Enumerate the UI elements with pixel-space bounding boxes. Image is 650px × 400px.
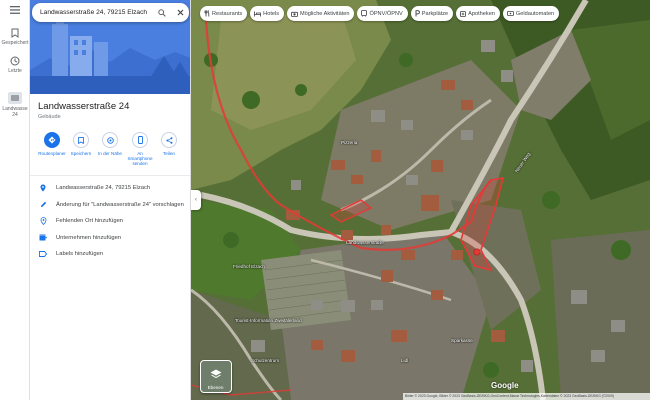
poi-label-pizzeria: Pizzeria [341,140,358,145]
map-attribution[interactable]: Bilder © 2023 Google, Bilder © 2023 GeoB… [403,393,650,400]
recent-label: Letzte [8,68,22,74]
saved-button[interactable]: Gespeichert [0,28,30,46]
camera-icon [291,11,298,17]
poi-label-school: Schulzentrum [251,358,280,363]
recent-place-label: Landwasse 24 [2,106,28,118]
chip-hotels-label: Hotels [263,10,280,17]
save-label: Speichern [70,151,92,156]
search-input[interactable]: Landwasserstraße 24, 79215 Elzach [40,9,153,16]
add-label-text: Labels hinzufügen [56,251,104,258]
suggest-edit-text: Änderung für "Landwasserstraße 24" vorsc… [56,201,184,208]
directions-icon [48,136,56,144]
nearby-button[interactable]: In der Nähe [96,132,124,156]
pharmacy-icon [460,10,467,17]
place-title: Landwasserstraße 24 [38,101,130,112]
label-icon [39,251,47,258]
poi-label-bank: Sparkasse [451,338,473,343]
search-box[interactable]: Landwasserstraße 24, 79215 Elzach [32,3,189,22]
add-business-text: Unternehmen hinzufügen [56,234,122,241]
directions-label: Routenplaner [38,151,66,156]
pencil-icon [40,202,46,208]
send-to-phone-button[interactable]: An Smartphone senden [126,132,154,166]
bookmark-icon [78,136,84,144]
add-missing-place-text: Fehlenden Ort hinzufügen [56,218,124,225]
chip-parking-label: Parkplätze [421,10,449,17]
add-business-row[interactable]: Unternehmen hinzufügen [30,230,190,247]
place-category: Gebäude [38,114,61,120]
chip-atm[interactable]: Geldautomaten [502,6,560,21]
atm-icon [507,11,514,16]
share-button[interactable]: Teilen [155,132,183,156]
clear-search-button[interactable] [171,3,189,22]
collapse-panel-button[interactable]: ‹ [191,190,201,210]
parking-icon [415,10,420,17]
satellite-imagery [191,0,650,400]
chip-atm-label: Geldautomaten [515,10,555,17]
save-button[interactable]: Speichern [67,132,95,156]
phone-icon [137,136,143,144]
place-panel: Landwasserstraße 24 Gebäude Routenplaner… [30,0,191,400]
chip-pharmacies[interactable]: Apotheken [456,6,500,21]
share-icon [165,136,172,144]
share-label: Teilen [162,151,175,156]
chip-transit-label: ÖPNV/ÖPNV [369,10,403,17]
map-canvas[interactable]: Landwasserstraße Neuer Weg Friedhof Elza… [191,0,650,400]
location-pin-icon [40,184,46,192]
category-chips: Restaurants Hotels Mögliche Aktivitäten … [200,6,560,21]
chevron-left-icon: ‹ [195,197,197,203]
menu-button[interactable] [0,6,30,16]
place-thumbnail [8,92,22,104]
saved-label: Gespeichert [1,40,29,46]
panel-divider [30,175,190,176]
poi-label-tourist-information: Tourist-Information Zweitälerland [235,318,302,323]
add-place-icon [40,217,46,226]
close-icon [177,9,183,16]
info-list: Landwasserstraße 24, 79215 Elzach Änderu… [30,180,190,263]
layers-icon [210,369,222,379]
address-text: Landwasserstraße 24, 79215 Elzach [56,185,151,192]
chip-hotels[interactable]: Hotels [250,6,285,21]
send-to-phone-label: An Smartphone senden [127,151,153,166]
search-icon [158,8,166,17]
hamburger-icon [10,6,20,14]
layers-label: Ebenen [207,385,224,390]
nearby-label: In der Nähe [97,151,122,156]
chip-restaurants[interactable]: Restaurants [200,6,248,21]
chip-activities[interactable]: Mögliche Aktivitäten [287,6,355,21]
add-label-row[interactable]: Labels hinzufügen [30,246,190,263]
directions-button[interactable]: Routenplaner [38,132,66,156]
action-row: Routenplaner Speichern In der Nähe An Sm… [30,132,190,172]
poi-label-cemetery: Friedhof Elzach [233,264,265,269]
bookmark-icon [11,28,19,38]
nearby-icon [106,136,114,144]
chip-restaurants-label: Restaurants [212,10,243,17]
chip-pharmacies-label: Apotheken [468,10,495,17]
location-pin-marker[interactable] [472,247,482,259]
hotel-icon [254,11,262,16]
suggest-edit-row[interactable]: Änderung für "Landwasserstraße 24" vorsc… [30,197,190,214]
recent-place-button[interactable]: Landwasse 24 [0,92,30,118]
road-label-landwasserstrasse: Landwasserstraße [346,240,384,245]
left-rail: Gespeichert Letzte Landwasse 24 [0,0,30,400]
poi-label-supermarket: Lidl [401,358,409,363]
chip-parking[interactable]: Parkplätze [410,6,454,21]
chip-activities-label: Mögliche Aktivitäten [300,10,350,17]
recent-button[interactable]: Letzte [0,56,30,74]
google-logo: Google [491,381,519,390]
add-business-icon [39,234,47,241]
address-row[interactable]: Landwasserstraße 24, 79215 Elzach [30,180,190,197]
restaurant-icon [204,10,210,17]
transit-icon [361,10,368,17]
add-missing-place-row[interactable]: Fehlenden Ort hinzufügen [30,213,190,230]
history-icon [10,56,20,66]
search-button[interactable] [153,3,171,22]
layers-button[interactable]: Ebenen [200,360,232,393]
chip-transit[interactable]: ÖPNV/ÖPNV [357,6,408,21]
